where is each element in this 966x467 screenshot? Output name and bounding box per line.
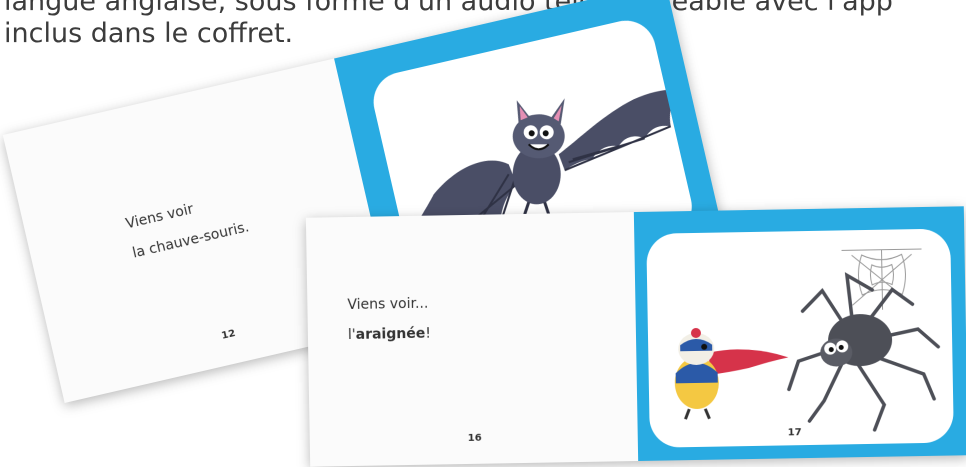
page-text-line-2: l'araignée! — [348, 324, 431, 345]
book-right-page: 17 — [633, 206, 966, 461]
book-left-page: Viens voir... l'araignée! 16 — [305, 212, 639, 467]
page-text-bold-word: araignée — [355, 325, 426, 343]
intro-line-1: langue anglaise, sous forme d'un audio t… — [4, 0, 893, 17]
illustration-panel — [646, 228, 954, 448]
page-number: 16 — [467, 432, 482, 444]
page-text: Viens voir la chauve-souris. — [124, 188, 251, 263]
page-text: Viens voir... l'araignée! — [347, 294, 431, 345]
page-text-line-1: Viens voir... — [347, 295, 429, 314]
spider-illustration — [674, 248, 940, 432]
page-number: 12 — [220, 327, 237, 342]
page-text-suffix: ! — [425, 325, 432, 342]
hero-character-icon — [674, 327, 789, 420]
page-number: 17 — [787, 427, 802, 439]
book-spread-spider: Viens voir... l'araignée! 16 17 — [305, 206, 966, 467]
